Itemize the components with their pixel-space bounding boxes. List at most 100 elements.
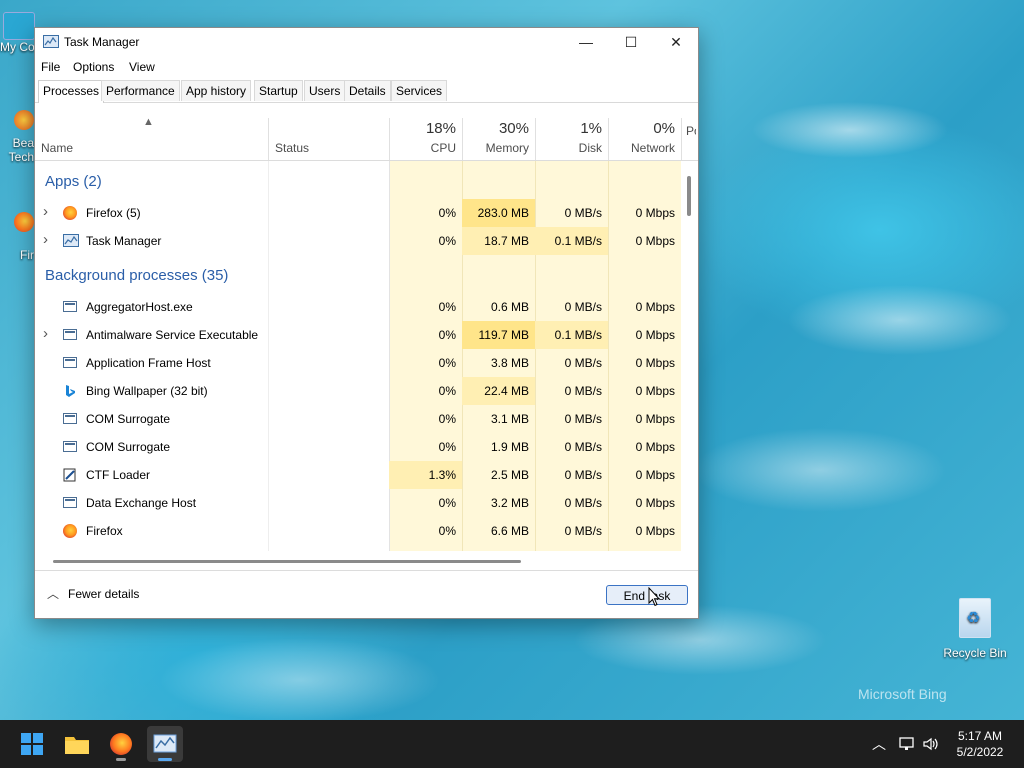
network-icon[interactable] — [898, 735, 916, 753]
column-header: ▲ Name Status 18% CPU 30% Memory 1% Disk… — [35, 116, 698, 161]
chevron-up-icon[interactable]: ︿ — [47, 585, 59, 602]
column-power[interactable]: Po — [686, 124, 696, 138]
tab-details[interactable]: Details — [344, 80, 391, 101]
cpu-cell: 0% — [438, 234, 456, 248]
taskbar: ︿ 5:17 AM 5/2/2022 — [0, 720, 1024, 768]
menu-file[interactable]: File — [41, 60, 60, 74]
bing-icon — [63, 384, 79, 398]
cpu-cell: 0% — [438, 206, 456, 220]
network-cell: 0 Mbps — [635, 206, 675, 220]
minimize-button[interactable]: — — [563, 28, 609, 56]
tab-services[interactable]: Services — [391, 80, 448, 101]
desktop-icon-firefox[interactable]: Fir — [14, 212, 34, 262]
process-row[interactable]: CTF Loader 1.3% 2.5 MB 0 MB/s 0 Mbps — [35, 461, 681, 489]
title-bar[interactable]: Task Manager — ☐ ✕ — [35, 28, 698, 56]
tab-processes[interactable]: Processes — [38, 80, 105, 103]
cpu-cell: 0% — [438, 300, 456, 314]
end-task-button[interactable]: End task — [606, 585, 688, 605]
column-memory[interactable]: Memory — [464, 141, 529, 155]
disk-cell: 0 MB/s — [564, 356, 602, 370]
cpu-cell: 0% — [438, 524, 456, 538]
chevron-up-icon[interactable]: ︿ — [872, 734, 886, 754]
cpu-percent[interactable]: 18% — [391, 120, 456, 137]
ctf-loader-icon — [63, 468, 79, 482]
process-row[interactable]: COM Surrogate 0% 1.9 MB 0 MB/s 0 Mbps — [35, 433, 681, 461]
memory-cell: 6.6 MB — [490, 524, 529, 538]
memory-cell: 22.4 MB — [484, 384, 529, 398]
process-name: COM Surrogate — [86, 412, 171, 426]
desktop-icon-bea-tech[interactable]: Bea Tech — [6, 110, 34, 164]
firefox-icon — [110, 733, 132, 755]
disk-cell: 0 MB/s — [564, 524, 602, 538]
expand-chevron-icon[interactable]: › — [43, 231, 48, 248]
process-name: AggregatorHost.exe — [86, 300, 193, 314]
tab-performance[interactable]: Performance — [101, 80, 180, 101]
tab-app-history[interactable]: App history — [181, 80, 252, 101]
disk-cell: 0.1 MB/s — [554, 328, 602, 342]
maximize-button[interactable]: ☐ — [608, 28, 654, 56]
process-name: Task Manager — [86, 234, 162, 248]
process-row[interactable]: Firefox 0% 6.6 MB 0 MB/s 0 Mbps — [35, 517, 681, 545]
process-row[interactable]: Bing Wallpaper (32 bit) 0% 22.4 MB 0 MB/s 0 … — [35, 377, 681, 405]
process-name: Firefox (5) — [86, 206, 141, 220]
tab-users[interactable]: Users — [304, 80, 346, 101]
network-cell: 0 Mbps — [635, 234, 675, 248]
column-cpu[interactable]: CPU — [391, 141, 456, 155]
process-name: Antimalware Service Executable — [86, 328, 259, 342]
task-manager-taskbar-button[interactable] — [147, 726, 183, 762]
task-manager-icon — [153, 734, 177, 753]
process-row[interactable]: › Antimalware Service Executable 0% 119.7 M… — [35, 321, 681, 349]
cpu-cell: 0% — [438, 440, 456, 454]
expand-chevron-icon[interactable]: › — [43, 325, 48, 342]
disk-percent[interactable]: 1% — [537, 120, 602, 137]
date: 5/2/2022 — [956, 745, 1004, 759]
disk-cell: 0 MB/s — [564, 496, 602, 510]
expand-chevron-icon[interactable]: › — [43, 203, 48, 220]
task-manager-window[interactable]: Task Manager — ☐ ✕ File Options View Pro… — [34, 27, 699, 619]
process-row[interactable]: COM Surrogate 0% 3.1 MB 0 MB/s 0 Mbps — [35, 405, 681, 433]
fewer-details-link[interactable]: Fewer details — [68, 587, 139, 601]
group-header-background[interactable]: Background processes (35) — [45, 267, 228, 284]
network-percent[interactable]: 0% — [610, 120, 675, 137]
memory-cell: 283.0 MB — [477, 206, 529, 220]
desktop-icon-my-computer[interactable]: My Co — [0, 12, 38, 54]
column-name[interactable]: Name — [41, 141, 73, 155]
horizontal-scrollbar[interactable] — [53, 560, 521, 563]
disk-cell: 0 MB/s — [564, 206, 602, 220]
process-row[interactable]: AggregatorHost.exe 0% 0.6 MB 0 MB/s 0 Mbps — [35, 293, 681, 321]
task-manager-icon — [43, 35, 59, 48]
computer-icon — [3, 12, 35, 40]
network-cell: 0 Mbps — [635, 496, 675, 510]
tab-startup[interactable]: Startup — [254, 80, 303, 101]
menu-view[interactable]: View — [129, 60, 155, 74]
task-manager-icon — [63, 234, 79, 248]
process-icon — [63, 356, 79, 370]
desktop-icon-recycle-bin[interactable]: ♻ Recycle Bin — [940, 598, 1010, 660]
volume-icon[interactable] — [922, 735, 940, 753]
process-name: Firefox — [86, 524, 123, 538]
firefox-taskbar-button[interactable] — [103, 726, 139, 762]
clock[interactable]: 5:17 AM 5/2/2022 — [944, 728, 1016, 760]
column-network[interactable]: Network — [610, 141, 675, 155]
process-row[interactable]: Data Exchange Host 0% 3.2 MB 0 MB/s 0 Mbps — [35, 489, 681, 517]
column-status[interactable]: Status — [275, 141, 309, 155]
cpu-cell: 0% — [438, 412, 456, 426]
start-button[interactable] — [14, 726, 50, 762]
network-cell: 0 Mbps — [635, 524, 675, 538]
vertical-scrollbar[interactable] — [687, 176, 691, 216]
memory-percent[interactable]: 30% — [464, 120, 529, 137]
file-explorer-button[interactable] — [59, 726, 95, 762]
process-row[interactable]: › Task Manager 0% 18.7 MB 0.1 MB/s 0 Mbps — [35, 227, 681, 255]
process-row[interactable]: Application Frame Host 0% 3.8 MB 0 MB/s 0 Mb… — [35, 349, 681, 377]
memory-cell: 1.9 MB — [490, 440, 529, 454]
firefox-icon — [14, 212, 34, 232]
sort-ascending-icon: ▲ — [143, 116, 154, 128]
menu-options[interactable]: Options — [73, 60, 114, 74]
process-row[interactable]: › Firefox (5) 0% 283.0 MB 0 MB/s 0 Mbps — [35, 199, 681, 227]
column-disk[interactable]: Disk — [537, 141, 602, 155]
process-icon — [63, 496, 79, 510]
close-button[interactable]: ✕ — [653, 28, 699, 56]
group-header-apps[interactable]: Apps (2) — [45, 173, 102, 190]
window-title: Task Manager — [64, 35, 140, 49]
tab-strip: Processes Performance App history Startu… — [35, 80, 698, 103]
